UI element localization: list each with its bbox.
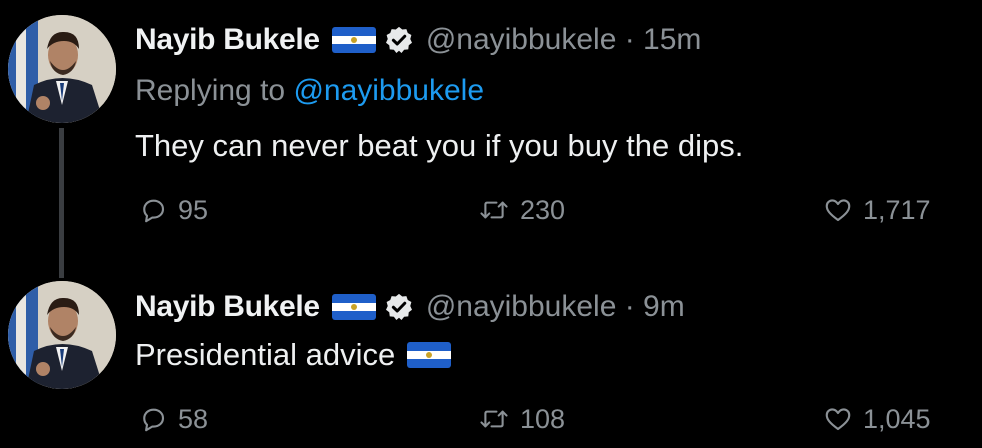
thread-connector-line: [59, 128, 64, 278]
replying-to: Replying to @nayibbukele: [135, 74, 484, 108]
tweet-text: They can never beat you if you buy the d…: [135, 128, 743, 164]
reply-icon: [143, 199, 165, 223]
reply-button[interactable]: 58: [138, 399, 208, 439]
display-name[interactable]: Nayib Bukele: [135, 290, 320, 324]
handle-and-timestamp[interactable]: @nayibbukele · 9m: [426, 290, 685, 324]
el-salvador-flag-icon: [331, 27, 376, 53]
tweet-header: Nayib Bukele @nayibbukele · 15m: [135, 20, 701, 60]
heart-icon: [825, 408, 851, 431]
reply-icon: [143, 408, 165, 432]
tweet[interactable]: Nayib Bukele @nayibbukele · 9m President…: [0, 275, 982, 448]
reply-count: 58: [178, 403, 209, 434]
retweet-button[interactable]: 108: [478, 399, 565, 439]
avatar-image: [8, 15, 116, 123]
retweet-count: 108: [520, 403, 566, 434]
tweet-actions: 95 230 1,717: [135, 190, 965, 230]
replying-to-mention-link[interactable]: @nayibbukele: [293, 74, 484, 107]
heart-icon: [825, 199, 851, 222]
avatar-image: [8, 281, 116, 389]
display-name[interactable]: Nayib Bukele: [135, 23, 320, 57]
retweet-count: 230: [520, 194, 566, 225]
reply-button[interactable]: 95: [138, 190, 208, 230]
reply-count: 95: [178, 194, 209, 225]
tweet-actions: 58 108 1,045: [135, 399, 965, 439]
tweet-text-content: Presidential advice: [135, 337, 396, 372]
retweet-icon: [480, 201, 508, 219]
like-button[interactable]: 1,045: [823, 399, 931, 439]
tweet[interactable]: Nayib Bukele @nayibbukele · 15m Replying…: [0, 0, 982, 278]
avatar[interactable]: [8, 15, 116, 123]
like-button[interactable]: 1,717: [823, 190, 931, 230]
verified-badge-icon: [385, 293, 412, 320]
retweet-icon: [480, 410, 508, 428]
el-salvador-flag-icon: [407, 342, 452, 368]
verified-badge-icon: [385, 26, 412, 53]
tweet-text: Presidential advice: [135, 337, 452, 373]
retweet-button[interactable]: 230: [478, 190, 565, 230]
replying-to-label: Replying to: [135, 74, 286, 107]
avatar[interactable]: [8, 281, 116, 389]
tweet-header: Nayib Bukele @nayibbukele · 9m: [135, 287, 685, 327]
tweet-text-content: They can never beat you if you buy the d…: [135, 128, 744, 163]
handle-and-timestamp[interactable]: @nayibbukele · 15m: [426, 23, 702, 57]
like-count: 1,717: [863, 194, 931, 225]
el-salvador-flag-icon: [331, 294, 376, 320]
like-count: 1,045: [863, 403, 931, 434]
